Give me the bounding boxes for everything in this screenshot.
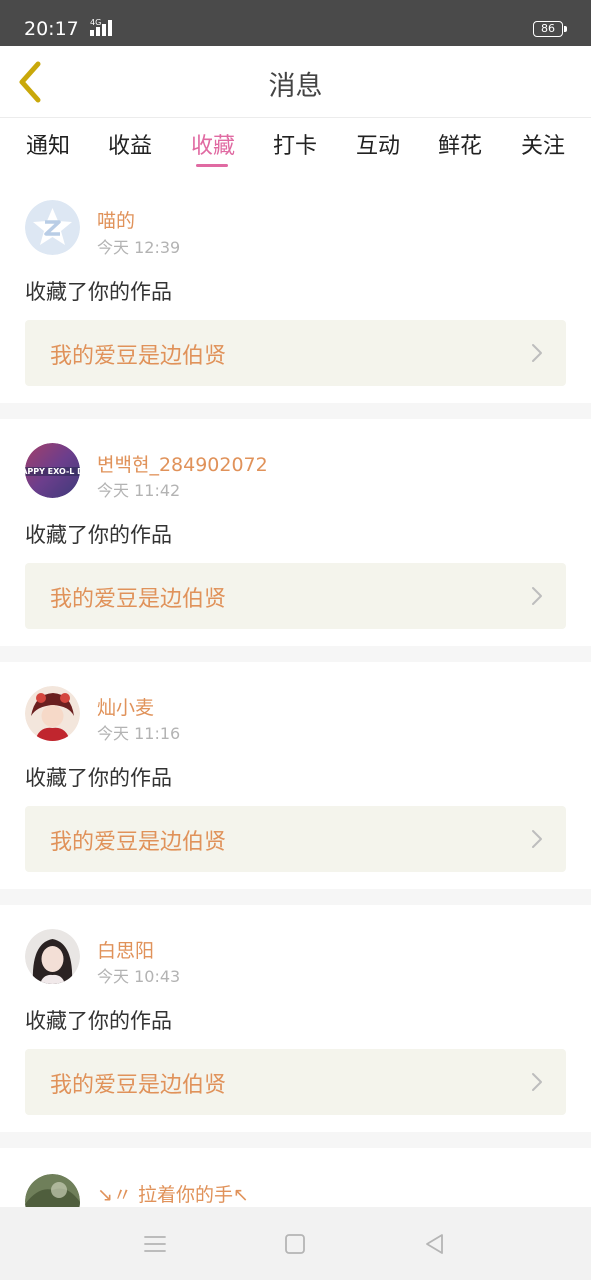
menu-icon[interactable]	[142, 1231, 168, 1257]
avatar-image: APPY EXO-L D	[25, 443, 80, 498]
system-nav-bar	[0, 1207, 591, 1280]
message-card: 灿小麦 今天 11:16 收藏了你的作品 我的爱豆是边伯贤	[0, 662, 591, 888]
header: 消息	[0, 46, 591, 118]
work-link[interactable]: 我的爱豆是边伯贤	[25, 1049, 566, 1115]
message-card: APPY EXO-L D 변백현_284902072 今天 11:42 收藏了你…	[0, 419, 591, 645]
tab-flowers[interactable]: 鲜花	[428, 128, 492, 160]
avatar[interactable]	[25, 200, 80, 255]
message-card: ↘〃 拉着你的手↖	[0, 1148, 591, 1207]
network-label: 4G	[90, 18, 102, 27]
avatar[interactable]: APPY EXO-L D	[25, 443, 80, 498]
action-text: 收藏了你的作品	[25, 280, 172, 304]
tab-checkin[interactable]: 打卡	[263, 128, 327, 160]
chevron-right-icon	[532, 344, 542, 362]
active-tab-indicator	[196, 164, 228, 167]
action-text: 收藏了你的作品	[25, 523, 172, 547]
chevron-right-icon	[532, 830, 542, 848]
message-time: 今天 12:39	[97, 238, 181, 257]
tab-notifications[interactable]: 通知	[16, 128, 80, 160]
triangle-back-icon[interactable]	[422, 1231, 448, 1257]
battery-icon: 86	[533, 21, 567, 37]
battery-level: 86	[541, 22, 555, 35]
user-name[interactable]: ↘〃 拉着你的手↖	[97, 1180, 249, 1207]
user-name[interactable]: 白思阳	[97, 936, 154, 963]
default-avatar-icon	[25, 200, 80, 255]
work-title: 我的爱豆是边伯贤	[50, 587, 227, 612]
avatar[interactable]	[25, 1174, 80, 1207]
avatar-image	[25, 686, 80, 741]
chevron-right-icon	[532, 587, 542, 605]
tab-bar: 通知 收益 收藏 打卡 互动 鲜花 关注	[0, 118, 591, 176]
chevron-right-icon	[532, 1073, 542, 1091]
action-text: 收藏了你的作品	[25, 1009, 172, 1033]
work-title: 我的爱豆是边伯贤	[50, 344, 227, 369]
divider	[0, 403, 591, 419]
user-name[interactable]: 灿小麦	[97, 693, 154, 720]
tab-earnings[interactable]: 收益	[98, 128, 162, 160]
tab-follow[interactable]: 关注	[511, 128, 575, 160]
message-time: 今天 11:42	[97, 481, 181, 500]
work-title: 我的爱豆是边伯贤	[50, 830, 227, 855]
tab-interaction[interactable]: 互动	[346, 128, 410, 160]
messages-page: 20:17 4G 86 消息 通知 收益 收藏 打卡 互动 鲜花 关注 喵的 今…	[0, 0, 591, 1280]
page-title: 消息	[268, 71, 323, 102]
work-link[interactable]: 我的爱豆是边伯贤	[25, 563, 566, 629]
avatar-image	[25, 929, 80, 984]
work-title: 我的爱豆是边伯贤	[50, 1073, 227, 1098]
avatar[interactable]	[25, 929, 80, 984]
divider	[0, 1132, 591, 1148]
user-name[interactable]: 喵的	[97, 206, 135, 233]
message-card: 白思阳 今天 10:43 收藏了你的作品 我的爱豆是边伯贤	[0, 905, 591, 1131]
action-text: 收藏了你的作品	[25, 766, 172, 790]
avatar-image	[25, 1174, 80, 1207]
avatar[interactable]	[25, 686, 80, 741]
message-time: 今天 10:43	[97, 967, 181, 986]
work-link[interactable]: 我的爱豆是边伯贤	[25, 806, 566, 872]
divider	[0, 889, 591, 905]
message-card: 喵的 今天 12:39 收藏了你的作品 我的爱豆是边伯贤	[0, 176, 591, 402]
work-link[interactable]: 我的爱豆是边伯贤	[25, 320, 566, 386]
avatar-text: APPY EXO-L D	[25, 467, 80, 476]
signal-icon: 4G	[86, 18, 118, 40]
status-bar: 20:17 4G 86	[0, 0, 591, 46]
status-time: 20:17	[24, 18, 79, 40]
message-time: 今天 11:16	[97, 724, 181, 743]
divider	[0, 646, 591, 662]
tab-favorites[interactable]: 收藏	[181, 128, 245, 160]
square-icon[interactable]	[282, 1231, 308, 1257]
user-name[interactable]: 변백현_284902072	[97, 450, 268, 477]
